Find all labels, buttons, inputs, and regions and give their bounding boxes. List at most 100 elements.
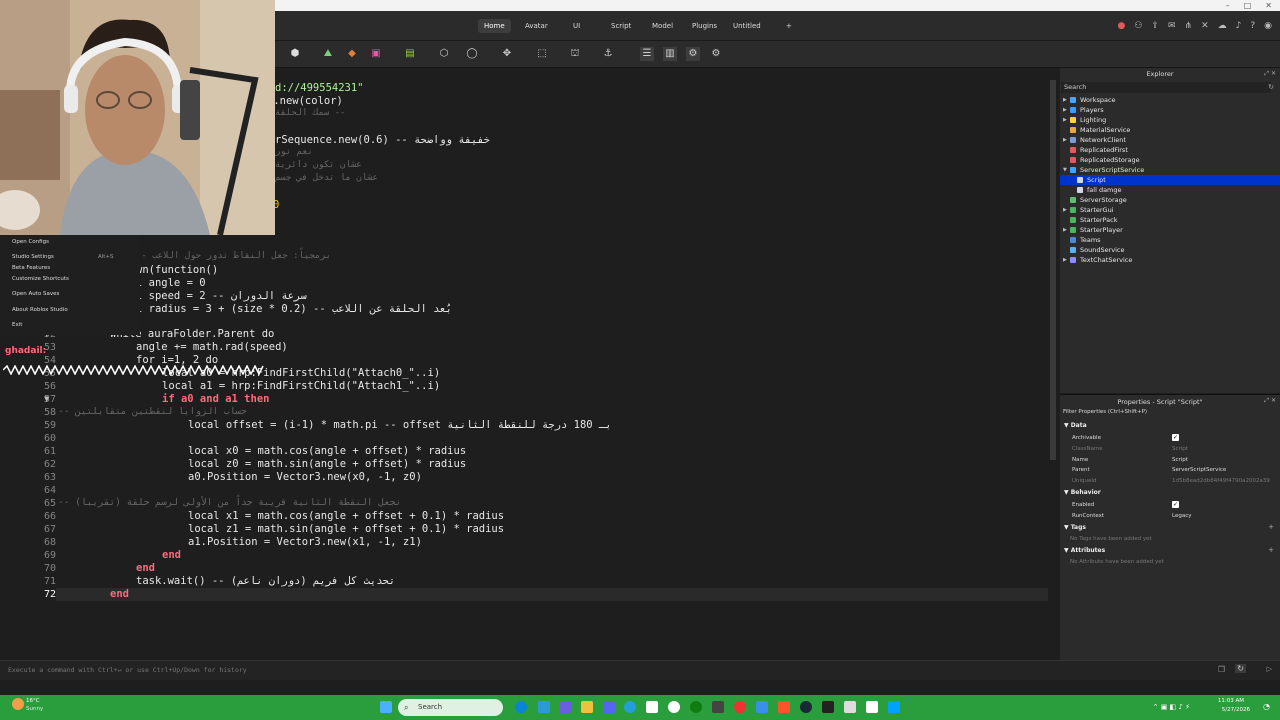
add-attribute-icon[interactable]: + — [1268, 546, 1274, 554]
tree-item-textchatservice[interactable]: ▶ TextChatService — [1060, 255, 1280, 265]
scale-icon[interactable]: ⬚ — [535, 47, 549, 61]
tree-item-soundservice[interactable]: SoundService — [1060, 245, 1280, 255]
script-icon[interactable]: ▤ — [403, 47, 417, 61]
app-icon[interactable] — [756, 701, 768, 713]
collab-icon[interactable]: ⋔ — [1185, 21, 1193, 31]
tab-plugins[interactable]: Plugins — [686, 19, 723, 33]
start-icon[interactable] — [380, 701, 392, 713]
tool-icon[interactable] — [668, 701, 680, 713]
team-icon[interactable]: ⚇ — [1134, 21, 1142, 31]
image-icon[interactable]: ▣ — [369, 47, 383, 61]
store-icon[interactable] — [538, 701, 550, 713]
settings-icon[interactable]: ⚙ — [709, 47, 723, 61]
name-field[interactable]: Script — [1172, 457, 1188, 463]
edge-icon[interactable] — [515, 701, 527, 713]
material-icon[interactable]: ◆ — [345, 47, 359, 61]
menu-item-beta-features[interactable]: Beta Features — [12, 265, 50, 271]
help-icon[interactable]: ? — [1250, 21, 1255, 31]
telegram-icon[interactable] — [624, 701, 636, 713]
weather-temp[interactable]: 16°C — [26, 698, 40, 704]
section-attributes[interactable]: ▼ Attributes — [1064, 547, 1105, 554]
brave-icon[interactable] — [778, 701, 790, 713]
notification-icon[interactable]: ◔ — [1263, 702, 1270, 711]
tree-item-serverstorage[interactable]: ServerStorage — [1060, 195, 1280, 205]
tray-icons[interactable]: ⌃ ▣ ◧ ♪ ⚡ — [1153, 703, 1190, 711]
close-button[interactable]: ✕ — [1265, 1, 1272, 10]
obs-icon[interactable] — [734, 701, 746, 713]
steam-icon[interactable] — [800, 701, 812, 713]
panel-controls-icon[interactable]: ⤢ ✕ — [1264, 70, 1276, 78]
tree-item-script[interactable]: Script — [1060, 175, 1280, 185]
section-tags[interactable]: ▼ Tags — [1064, 524, 1086, 531]
menu-item-open-auto-saves[interactable]: Open Auto Saves — [12, 291, 59, 297]
properties-toggle-icon[interactable]: ▥ — [663, 47, 677, 61]
share-icon[interactable]: ⇪ — [1151, 21, 1159, 31]
roblox-icon[interactable] — [866, 701, 878, 713]
bell-icon[interactable]: ♪ — [1236, 21, 1242, 31]
clock-time[interactable]: 11:03 AM — [1218, 698, 1244, 704]
tree-item-fall-damge[interactable]: fall damge — [1060, 185, 1280, 195]
discord-icon[interactable] — [559, 701, 571, 713]
tab-ui[interactable]: UI — [567, 19, 586, 33]
enabled-checkbox[interactable]: ✓ — [1172, 501, 1179, 508]
section-data[interactable]: ▼ Data — [1064, 422, 1087, 429]
cloud-icon[interactable]: ☁ — [1218, 21, 1227, 31]
tree-item-replicatedstorage[interactable]: ReplicatedStorage — [1060, 155, 1280, 165]
tree-item-starterplayer[interactable]: ▶ StarterPlayer — [1060, 225, 1280, 235]
add-tag-icon[interactable]: + — [1268, 523, 1274, 531]
menu-item-studio-settings[interactable]: Studio Settings — [12, 254, 54, 260]
menu-item-customize-shortcuts[interactable]: Customize Shortcuts — [12, 276, 69, 282]
section-behavior[interactable]: ▼ Behavior — [1064, 489, 1101, 496]
folder-icon[interactable] — [581, 701, 593, 713]
tree-item-replicatedfirst[interactable]: ReplicatedFirst — [1060, 145, 1280, 155]
parent-field[interactable]: ServerScriptService — [1172, 467, 1226, 473]
new-tab-button[interactable]: + — [780, 19, 798, 33]
capcut-icon[interactable] — [712, 701, 724, 713]
panel-controls-icon[interactable]: ⤢ ✕ — [1264, 397, 1276, 405]
properties-filter-input[interactable]: Filter Properties (Ctrl+Shift+P) — [1063, 409, 1147, 415]
maximize-button[interactable]: □ — [1244, 1, 1252, 10]
editor-scrollbar-thumb[interactable] — [1050, 80, 1056, 460]
tab-untitled[interactable]: Untitled — [727, 19, 767, 33]
tree-item-workspace[interactable]: ▶ Workspace — [1060, 95, 1280, 105]
tools-toggle-icon[interactable]: ⚙ — [686, 47, 700, 61]
lock-icon[interactable]: ⛫ — [568, 47, 582, 61]
record-icon[interactable]: ● — [1117, 21, 1125, 31]
tree-item-serverscriptservice[interactable]: ▼ ServerScriptService — [1060, 165, 1280, 175]
menu-item-exit[interactable]: Exit — [12, 322, 22, 328]
align-icon[interactable]: ☰ — [640, 47, 654, 61]
history-icon[interactable]: ↻ — [1268, 83, 1274, 91]
command-bar[interactable]: Execute a command with Ctrl+↵ or use Ctr… — [0, 660, 1280, 680]
tree-item-startergui[interactable]: ▶ StarterGui — [1060, 205, 1280, 215]
discord-alt-icon[interactable] — [603, 701, 615, 713]
tab-home[interactable]: Home — [478, 19, 511, 33]
anchor-icon[interactable]: ⚓ — [601, 47, 615, 61]
part-icon[interactable]: ⬢ — [288, 47, 302, 61]
run-icon[interactable]: ▷ — [1267, 665, 1272, 673]
chat-icon[interactable]: ✉ — [1168, 21, 1176, 31]
taskbar-search[interactable]: Search — [398, 699, 503, 716]
tree-item-networkclient[interactable]: ▶ NetworkClient — [1060, 135, 1280, 145]
history-icon[interactable]: ↻ — [1235, 664, 1246, 673]
game-icon[interactable] — [844, 701, 856, 713]
notes-icon[interactable] — [646, 701, 658, 713]
terrain-icon[interactable]: ⛰ — [321, 47, 335, 61]
avatar[interactable]: ◉ — [1264, 21, 1272, 31]
roblox-studio-icon[interactable] — [888, 701, 900, 713]
tree-item-players[interactable]: ▶ Players — [1060, 105, 1280, 115]
menu-item-about[interactable]: About Roblox Studio — [12, 307, 68, 313]
box-icon[interactable]: ⬡ — [437, 47, 451, 61]
select-icon[interactable]: ◯ — [465, 47, 479, 61]
tree-item-materialservice[interactable]: MaterialService — [1060, 125, 1280, 135]
tree-item-lighting[interactable]: ▶ Lighting — [1060, 115, 1280, 125]
move-icon[interactable]: ✥ — [500, 47, 514, 61]
xbox-icon[interactable] — [690, 701, 702, 713]
runcontext-dropdown[interactable]: Legacy — [1172, 513, 1192, 519]
tab-script[interactable]: Script — [605, 19, 637, 33]
explorer-search-input[interactable]: Search — [1061, 82, 1271, 93]
tree-item-starterpack[interactable]: StarterPack — [1060, 215, 1280, 225]
minimize-button[interactable]: – — [1226, 1, 1230, 10]
tools-icon[interactable]: ✕ — [1201, 21, 1209, 31]
bookmark-icon[interactable]: ❐ — [1218, 665, 1225, 674]
tab-model[interactable]: Model — [646, 19, 679, 33]
